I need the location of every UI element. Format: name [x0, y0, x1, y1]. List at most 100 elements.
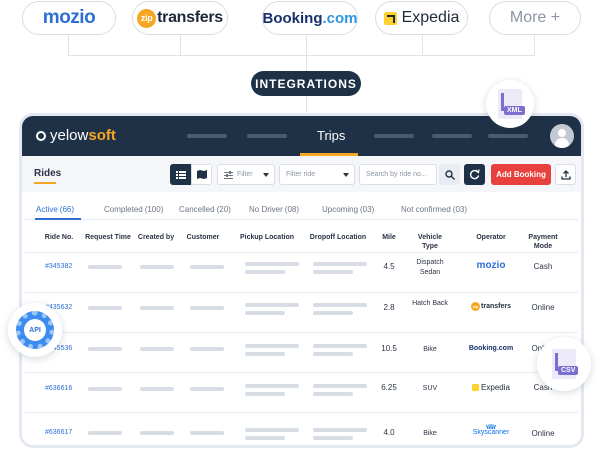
ride-number[interactable]: #636617 [45, 429, 72, 436]
tab-count: (66) [59, 205, 75, 214]
tab-label: Active [36, 205, 58, 214]
brand-prefix: yelow [50, 127, 89, 144]
tab-label: No Driver [249, 205, 283, 214]
map-view-button[interactable] [191, 164, 212, 185]
integration-booking[interactable]: Booking.com [262, 1, 358, 35]
table-row[interactable]: #636617 4.0 Bike Skyscanner Online [25, 412, 578, 445]
map-icon [196, 170, 207, 179]
filter-icon [224, 170, 233, 179]
dropoff-placeholder [313, 303, 367, 307]
brand-logo[interactable]: yelow soft [36, 127, 116, 144]
created-by-placeholder [140, 306, 174, 310]
toolbar: Rides Filter Filter ride Search by ride … [22, 156, 581, 192]
integration-more[interactable]: More + [489, 1, 581, 35]
dropoff-placeholder [313, 262, 367, 266]
request-time-placeholder [88, 387, 122, 391]
chevron-down-icon [263, 173, 269, 177]
nav-item-placeholder[interactable] [187, 134, 227, 138]
app-window: yelow soft Trips Rides Filter Filter rid… [19, 113, 584, 448]
tab-count: (20) [216, 205, 231, 214]
integrations-label: INTEGRATIONS [251, 71, 361, 96]
tab-no-driver[interactable]: No Driver (08) [249, 205, 299, 214]
table-row[interactable]: #345382 4.5 Dispatch Sedan mozio Cash [25, 252, 578, 292]
search-placeholder: Search by ride no... [366, 171, 427, 178]
table-row[interactable]: #345536 10.5 Bike Booking.com Online [25, 332, 578, 372]
customer-placeholder [190, 265, 224, 269]
customer-placeholder [190, 431, 224, 435]
column-header: Ride No. [44, 234, 74, 241]
table-row[interactable]: #636616 6.25 SUV Expedia Cash [25, 372, 578, 412]
add-booking-button[interactable]: Add Booking [491, 164, 551, 185]
table-row[interactable]: #435632 2.8 Hatch Back zip transfers Onli… [25, 292, 578, 332]
customer-placeholder [190, 347, 224, 351]
integration-expedia[interactable]: Expedia [375, 1, 468, 35]
active-tab-indicator [35, 218, 81, 220]
search-input[interactable]: Search by ride no... [359, 164, 437, 185]
connector-line [422, 55, 535, 56]
column-header: Operator [476, 234, 506, 241]
list-view-button[interactable] [170, 164, 191, 185]
nav-item-placeholder[interactable] [247, 134, 287, 138]
filter-ride-dropdown[interactable]: Filter ride [279, 164, 355, 185]
skyscanner-sunrise-icon [486, 424, 496, 429]
expedia-text: Expedia [481, 383, 510, 392]
expedia-logo: Expedia [383, 9, 459, 27]
integration-ziptransfers[interactable]: zip transfers [132, 1, 228, 35]
search-button[interactable] [439, 164, 460, 185]
filter-placeholder: Filter [237, 171, 253, 178]
xml-file-icon: XML [498, 89, 525, 119]
xml-badge: XML [486, 80, 534, 128]
request-time-placeholder [88, 347, 122, 351]
tab-active[interactable]: Active (66) [36, 205, 74, 214]
dropoff-placeholder [313, 352, 353, 356]
column-header: Dropoff Location [309, 234, 367, 241]
expedia-arrow-icon [472, 384, 480, 391]
page-title: Rides [34, 168, 62, 179]
nav-item-placeholder[interactable] [432, 134, 472, 138]
pickup-placeholder [245, 428, 299, 432]
upload-button[interactable] [555, 164, 576, 185]
tab-label: Cancelled [179, 205, 215, 214]
expedia-arrow-icon [383, 11, 397, 25]
ride-number[interactable]: #636616 [45, 385, 72, 392]
pickup-placeholder [245, 344, 299, 348]
connector-line [68, 55, 180, 56]
vehicle-type: SUV [422, 385, 438, 392]
pickup-placeholder [245, 436, 285, 440]
ride-number[interactable]: #345382 [45, 263, 72, 270]
tab-not-confirmed[interactable]: Not confirmed (03) [401, 205, 467, 214]
connector-line [68, 35, 69, 56]
vehicle-type: Dispatch Sedan [416, 259, 444, 276]
column-header: Mile [382, 234, 396, 241]
booking-logo: Booking.com [468, 345, 514, 352]
tab-cancelled[interactable]: Cancelled (20) [179, 205, 231, 214]
nav-item-placeholder[interactable] [374, 134, 414, 138]
dropoff-placeholder [313, 436, 353, 440]
filter-dropdown[interactable]: Filter [217, 164, 275, 185]
created-by-placeholder [140, 265, 174, 269]
mile-value: 6.25 [381, 383, 397, 392]
column-header: Created by [137, 234, 175, 241]
list-icon [175, 170, 186, 179]
integration-mozio[interactable]: mozio [22, 1, 116, 35]
refresh-button[interactable] [464, 164, 485, 185]
nav-item-placeholder[interactable] [488, 134, 528, 138]
tab-count: (03) [452, 205, 468, 214]
created-by-placeholder [140, 347, 174, 351]
dropoff-placeholder [313, 311, 353, 315]
booking-logo: Booking.com [263, 10, 358, 27]
pickup-placeholder [245, 311, 285, 315]
operator-logo: Expedia [465, 383, 517, 392]
nav-item-trips[interactable]: Trips [317, 128, 345, 143]
tab-label: Upcoming [322, 205, 359, 214]
brand-ring-icon [36, 130, 46, 141]
mile-value: 4.0 [383, 428, 395, 437]
api-gear-icon: API [16, 311, 54, 349]
csv-file-icon: CSV [552, 349, 579, 379]
csv-badge: CSV [537, 337, 591, 391]
tab-completed[interactable]: Completed (100) [104, 205, 163, 214]
tab-upcoming[interactable]: Upcoming (03) [322, 205, 374, 214]
mile-value: 10.5 [381, 344, 397, 353]
user-avatar[interactable] [550, 124, 574, 148]
booking-name: Booking [262, 9, 323, 27]
